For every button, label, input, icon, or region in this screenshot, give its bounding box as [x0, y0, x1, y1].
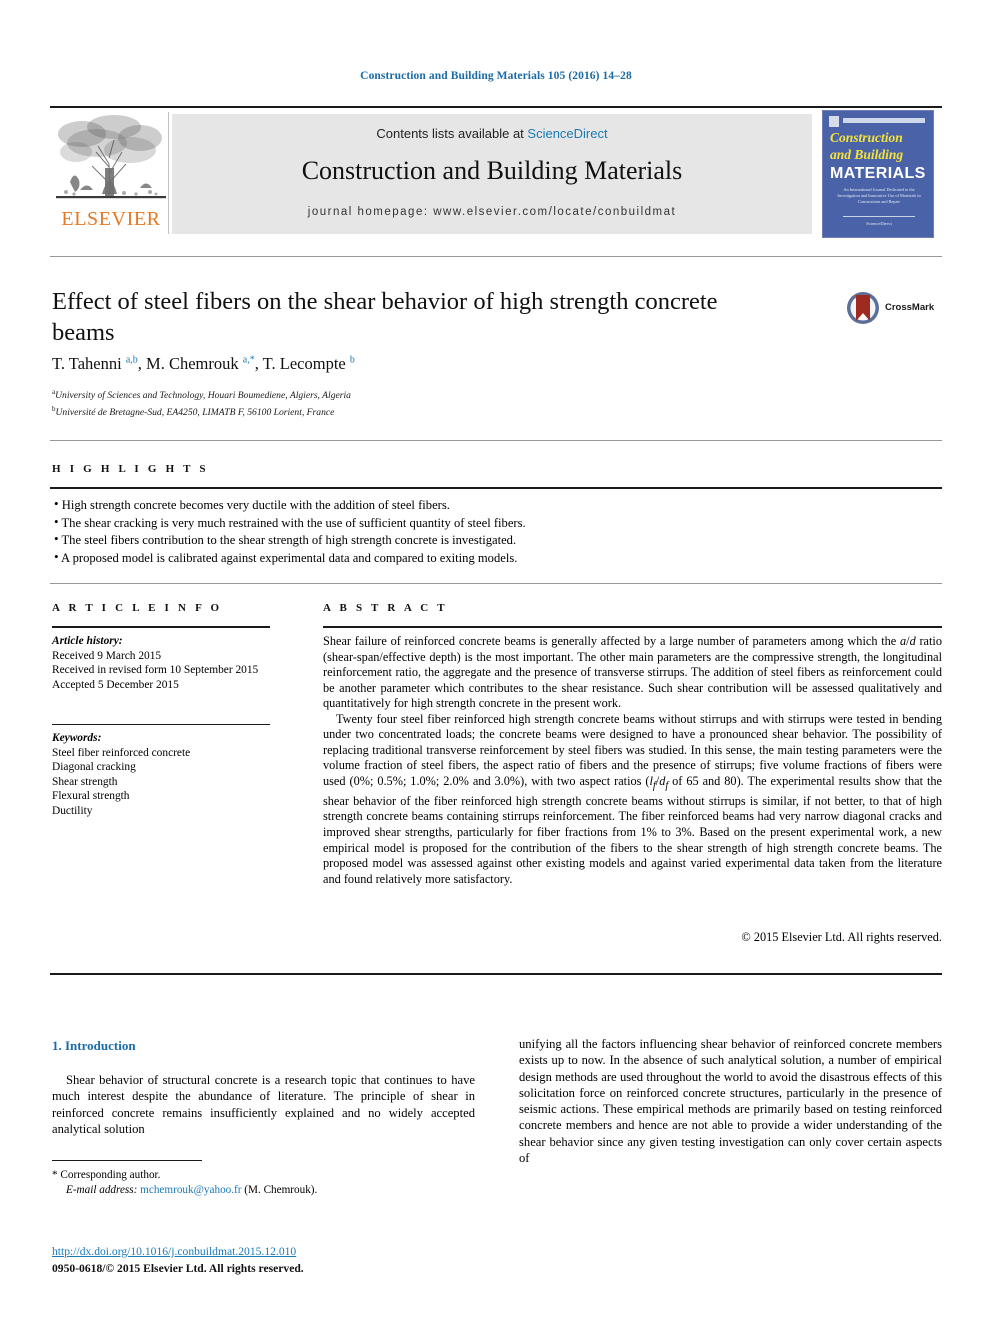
highlights-bottom-rule: [50, 583, 942, 584]
list-item: • The steel fibers contribution to the s…: [54, 532, 754, 550]
article-info-divider: [52, 724, 270, 725]
doi-link[interactable]: http://dx.doi.org/10.1016/j.conbuildmat.…: [52, 1245, 296, 1258]
bullet-icon: •: [54, 496, 59, 511]
issn-copyright-line: 0950-0618/© 2015 Elsevier Ltd. All right…: [52, 1262, 304, 1275]
author-list: T. Tahenni a,b, M. Chemrouk a,*, T. Leco…: [52, 354, 355, 373]
keywords-block: Keywords: Steel fiber reinforced concret…: [52, 731, 282, 819]
highlight-text: High strength concrete becomes very duct…: [61, 498, 450, 512]
abstract-paragraph-1: Shear failure of reinforced concrete bea…: [323, 634, 942, 711]
affiliation-b: bUniversité de Bretagne-Sud, EA4250, LIM…: [52, 403, 752, 420]
corresponding-marker: *: [52, 1169, 58, 1181]
email-note: E-mail address: mchemrouk@yahoo.fr (M. C…: [52, 1183, 482, 1198]
bullet-icon: •: [54, 513, 59, 529]
affiliation-text-b: Université de Bretagne-Sud, EA4250, LIMA…: [55, 406, 335, 418]
affiliation-list: aUniversity of Sciences and Technology, …: [52, 386, 752, 419]
abstract-label: A B S T R A C T: [323, 602, 448, 614]
history-item: Accepted 5 December 2015: [52, 678, 179, 691]
contents-prefix: Contents lists available at: [376, 126, 528, 141]
cover-footer: ScienceDirect: [866, 221, 892, 226]
keyword-item: Steel fiber reinforced concrete: [52, 746, 191, 759]
abstract-copyright: © 2015 Elsevier Ltd. All rights reserved…: [741, 930, 942, 944]
masthead-top-rule: [50, 106, 942, 108]
journal-cover-thumbnail: Construction and Building MATERIALS An I…: [822, 110, 934, 238]
paper-page: Construction and Building Materials 105 …: [0, 0, 992, 1323]
bullet-icon: •: [54, 531, 59, 547]
elsevier-logo: ELSEVIER: [52, 112, 170, 234]
article-info-label: A R T I C L E I N F O: [52, 602, 223, 614]
cover-publisher-mark: [829, 116, 839, 127]
keywords-label: Keywords:: [52, 732, 102, 744]
cover-blurb: An International Journal Dedicated to th…: [837, 187, 921, 204]
crossmark-badge[interactable]: CrossMark: [845, 288, 940, 334]
journal-title: Construction and Building Materials: [301, 156, 683, 185]
cover-line-3: MATERIALS: [830, 165, 926, 182]
highlight-text: The steel fibers contribution to the she…: [61, 533, 517, 548]
sciencedirect-link[interactable]: ScienceDirect: [527, 126, 607, 141]
highlight-text: A proposed model is calibrated against e…: [61, 550, 518, 565]
article-info-rule: [52, 626, 270, 628]
journal-homepage[interactable]: journal homepage: www.elsevier.com/locat…: [172, 206, 812, 218]
body-column-left: Shear behavior of structural concrete is…: [52, 1072, 475, 1137]
contents-line: Contents lists available at ScienceDirec…: [172, 126, 812, 141]
cover-line-1: Construction: [830, 130, 903, 145]
keyword-item: Shear strength: [52, 775, 118, 788]
elsevier-tree-icon: [56, 115, 166, 199]
keyword-item: Ductility: [52, 804, 93, 817]
body-paragraph: Shear behavior of structural concrete is…: [52, 1073, 475, 1136]
highlights-list: • High strength concrete becomes very du…: [54, 497, 754, 567]
history-item: Received 9 March 2015: [52, 649, 162, 662]
abstract-rule: [323, 626, 942, 628]
masthead-divider: [168, 112, 169, 234]
bullet-icon: •: [54, 548, 59, 564]
highlight-text: The shear cracking is very much restrain…: [61, 515, 526, 530]
keyword-item: Diagonal cracking: [52, 761, 136, 774]
keyword-item: Flexural strength: [52, 790, 130, 803]
footnote-rule: [52, 1160, 202, 1161]
highlights-rule: [50, 487, 942, 489]
body-paragraph: unifying all the factors influencing she…: [519, 1037, 942, 1166]
list-item: • The shear cracking is very much restra…: [54, 515, 754, 533]
crossmark-icon: [847, 292, 879, 324]
affiliation-text-a: University of Sciences and Technology, H…: [55, 390, 351, 402]
email-label: E-mail address:: [66, 1184, 138, 1196]
email-owner: (M. Chemrouk).: [244, 1184, 318, 1196]
body-column-right: unifying all the factors influencing she…: [519, 1036, 942, 1166]
history-item: Received in revised form 10 September 20…: [52, 664, 259, 677]
email-link[interactable]: mchemrouk@yahoo.fr: [140, 1184, 241, 1196]
list-item: • A proposed model is calibrated against…: [54, 550, 754, 568]
title-top-rule: [50, 256, 942, 257]
footnote-block: * Corresponding author. E-mail address: …: [52, 1168, 482, 1198]
list-item: • High strength concrete becomes very du…: [54, 497, 754, 515]
highlights-top-rule: [50, 440, 942, 441]
affiliation-a: aUniversity of Sciences and Technology, …: [52, 386, 752, 403]
elsevier-wordmark: ELSEVIER: [61, 208, 161, 230]
abstract-body: Shear failure of reinforced concrete bea…: [323, 634, 942, 887]
cover-line-2: and Building: [830, 147, 904, 162]
page-title: Effect of steel fibers on the shear beha…: [52, 288, 718, 346]
running-head: Construction and Building Materials 105 …: [360, 70, 632, 82]
abstract-bottom-rule: [50, 973, 942, 975]
highlights-label: H I G H L I G H T S: [52, 463, 209, 475]
abstract-paragraph-2: Twenty four steel fiber reinforced high …: [323, 711, 943, 886]
corresponding-text: Corresponding author.: [60, 1169, 161, 1181]
crossmark-label: CrossMark: [885, 302, 935, 313]
cover-top-bar: [843, 118, 925, 123]
journal-banner: Contents lists available at ScienceDirec…: [172, 114, 812, 234]
article-history-label: Article history:: [52, 635, 123, 647]
corresponding-author-note: * Corresponding author.: [52, 1168, 482, 1183]
cover-rule: [843, 216, 915, 217]
article-history: Article history: Received 9 March 2015 R…: [52, 634, 272, 692]
section-heading-introduction: 1. Introduction: [52, 1038, 136, 1053]
